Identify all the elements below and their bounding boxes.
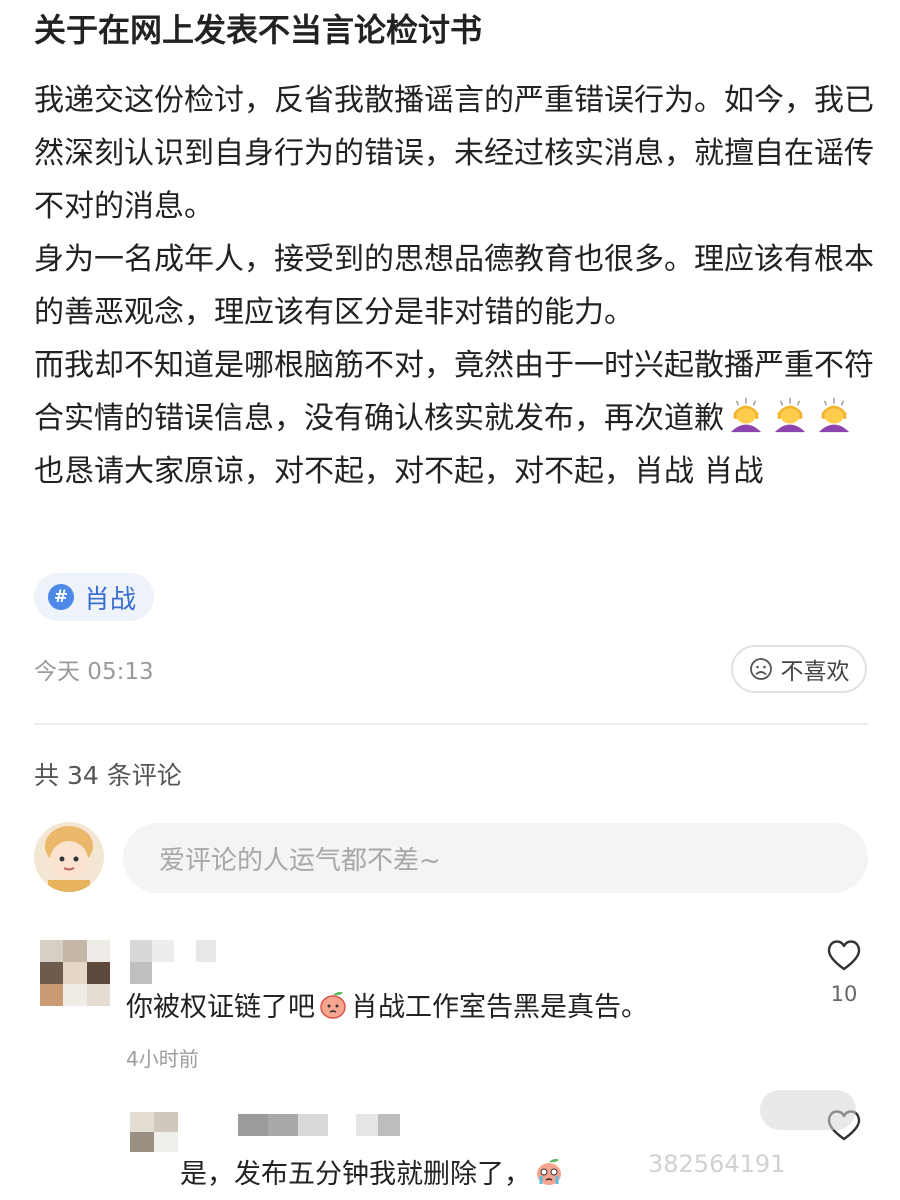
post-paragraph-1: 我递交这份检讨，反省我散播谣言的严重错误行为。如今，我已然深刻认识到自身行为的错… (34, 83, 874, 224)
baby-avatar-image (34, 822, 104, 892)
post-paragraph-2: 身为一名成年人，接受到的思想品德教育也很多。理应该有根本的善恶观念，理应该有区分… (34, 242, 874, 330)
post-timestamp: 今天 05:13 (34, 659, 154, 685)
post-paragraph-3: 而我却不知道是哪根脑筋不对，竟然由于一时兴起散播严重不符合实情的错误信息，没有确… (34, 339, 874, 498)
comment-text: 是，发布五分钟我就删除了， (180, 1152, 567, 1191)
commenter-name-censored (238, 1114, 400, 1136)
post-body: 我递交这份检讨，反省我散播谣言的严重错误行为。如今，我已然深刻认识到自身行为的错… (34, 74, 874, 498)
crying-face-emoji (537, 1158, 561, 1185)
commenter-avatar[interactable] (40, 940, 110, 1006)
peach-emoji (320, 991, 346, 1019)
watermark-text: 382564191 (648, 1150, 786, 1178)
comment-timestamp: 4小时前 (126, 1047, 199, 1071)
comment-text: 你被权证链了吧 肖战工作室告黑是真告。 (126, 985, 648, 1024)
bowing-person-emoji (818, 397, 850, 433)
comment-text-part: 是，发布五分钟我就删除了， (180, 1159, 531, 1190)
heart-icon[interactable] (824, 935, 864, 975)
comment-input-placeholder: 爱评论的人运气都不差~ (159, 845, 441, 876)
bowing-person-emoji (730, 397, 762, 433)
sad-face-icon (749, 658, 772, 680)
current-user-avatar[interactable] (34, 822, 104, 892)
hashtag-icon: # (48, 584, 74, 610)
commenter-name-censored (130, 940, 216, 962)
like-count: 10 (830, 982, 858, 1006)
dislike-label: 不喜欢 (780, 659, 850, 685)
dislike-button[interactable]: 不喜欢 (731, 645, 867, 693)
hashtag-chip[interactable]: # 肖战 (34, 573, 155, 621)
hashtag-label: 肖战 (84, 584, 137, 615)
section-divider (34, 723, 868, 725)
comment-count: 共 34 条评论 (34, 761, 182, 790)
post-paragraph-3-tail: 也恳请大家原谅，对不起，对不起，对不起，肖战 肖战 (34, 454, 764, 489)
commenter-avatar[interactable] (130, 1112, 178, 1152)
bowing-person-emoji (774, 397, 806, 433)
comment-input[interactable]: 爱评论的人运气都不差~ (123, 823, 868, 893)
comment-text-part: 肖战工作室告黑是真告。 (351, 992, 648, 1023)
comment-text-part: 你被权证链了吧 (126, 992, 315, 1023)
post-title: 关于在网上发表不当言论检讨书 (34, 11, 483, 49)
commenter-name-censored (130, 962, 152, 984)
watermark-logo (760, 1090, 856, 1130)
